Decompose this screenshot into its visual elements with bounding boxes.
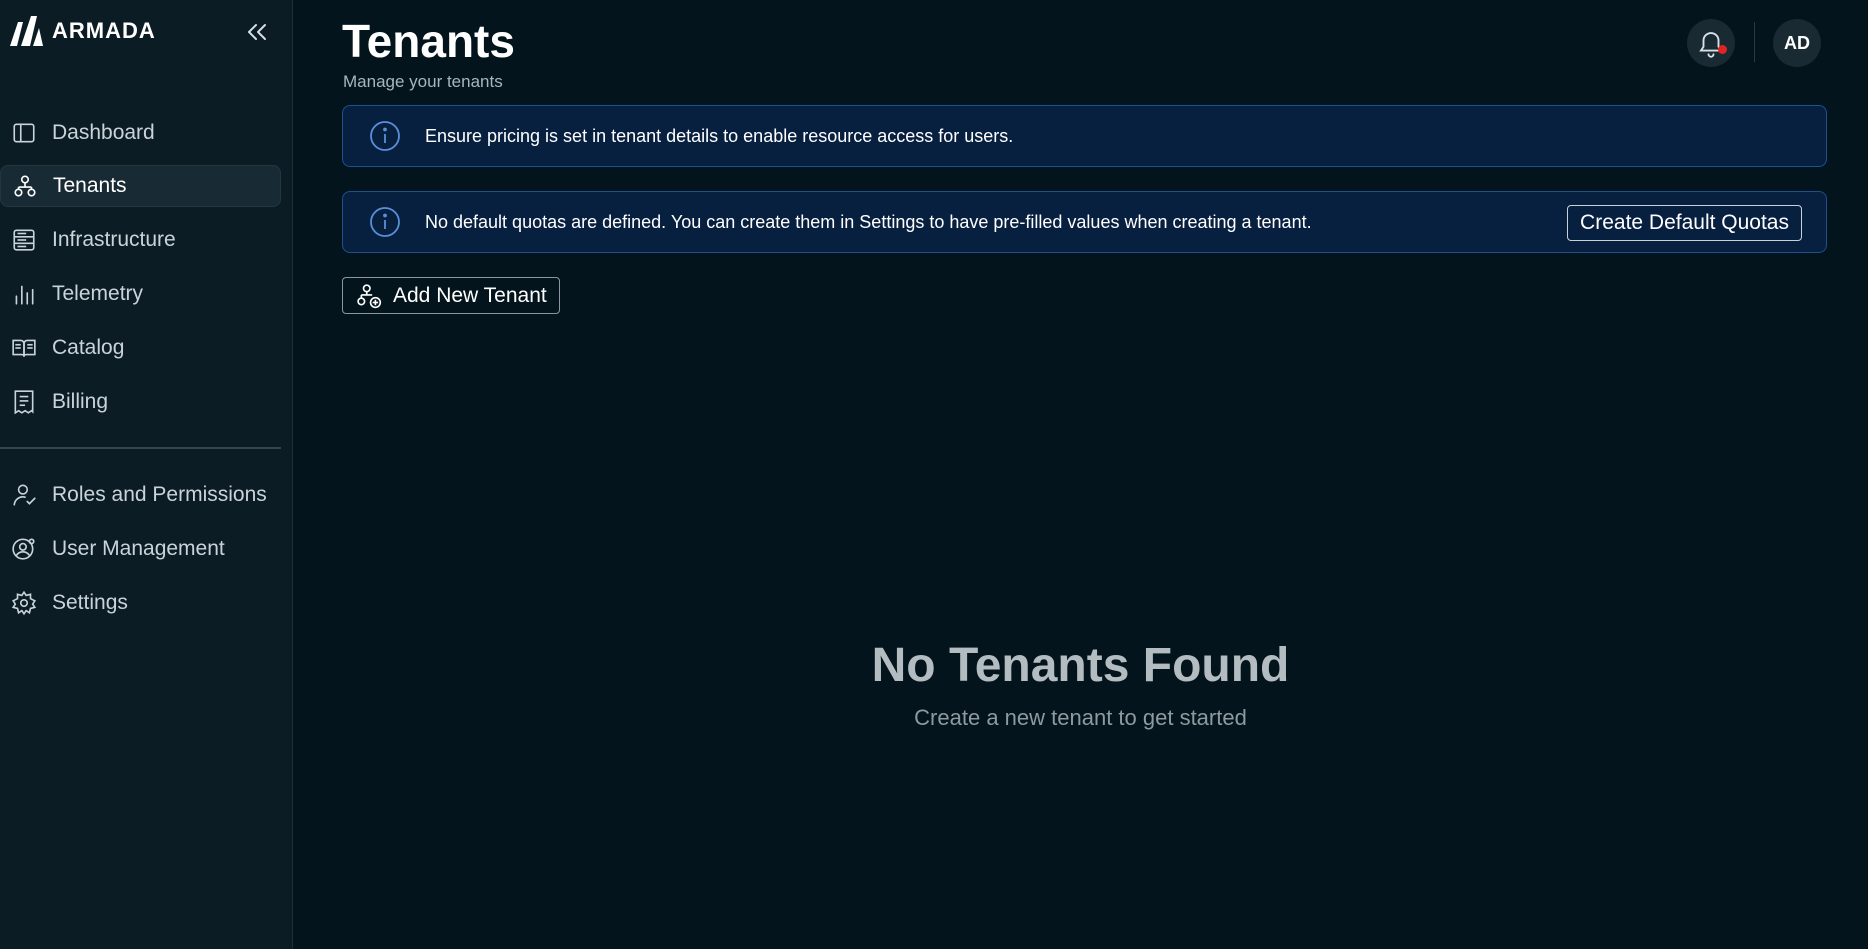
server-rack-icon <box>10 226 38 254</box>
info-icon <box>370 121 400 151</box>
notifications-button[interactable] <box>1687 19 1735 67</box>
sidebar-item-label: Catalog <box>52 336 125 359</box>
brand-name: ARMADA <box>52 18 156 43</box>
sidebar-item-catalog[interactable]: Catalog <box>0 327 281 369</box>
user-circle-gear-icon <box>10 535 38 563</box>
collapse-sidebar-button[interactable] <box>243 18 271 46</box>
receipt-icon <box>10 388 38 416</box>
bar-chart-icon <box>10 280 38 308</box>
dashboard-panel-icon <box>10 119 38 147</box>
sidebar-item-telemetry[interactable]: Telemetry <box>0 273 281 315</box>
book-icon <box>10 334 38 362</box>
brand-logo[interactable]: ARMADA <box>8 14 156 48</box>
sidebar-item-user-management[interactable]: User Management <box>0 528 281 570</box>
sidebar: ARMADA Dashboard Tenants Infrastructure … <box>0 0 293 949</box>
notification-dot <box>1718 45 1727 54</box>
sidebar-item-label: Billing <box>52 390 109 413</box>
sidebar-item-label: Settings <box>52 591 128 614</box>
user-check-icon <box>10 481 38 509</box>
add-new-tenant-button[interactable]: Add New Tenant <box>342 277 560 314</box>
alert-text: Ensure pricing is set in tenant details … <box>425 125 1014 146</box>
page-title: Tenants <box>342 15 515 67</box>
sidebar-item-label: Infrastructure <box>52 228 176 251</box>
sidebar-item-infrastructure[interactable]: Infrastructure <box>0 219 281 261</box>
add-new-tenant-label: Add New Tenant <box>393 283 547 307</box>
page-subtitle: Manage your tenants <box>343 72 503 91</box>
empty-state-title: No Tenants Found <box>871 639 1290 692</box>
main-content: Tenants Manage your tenants AD Ensure pr… <box>293 0 1868 949</box>
app-root: ARMADA Dashboard Tenants Infrastructure … <box>0 0 1868 949</box>
pricing-info-alert: Ensure pricing is set in tenant details … <box>342 105 1827 167</box>
sidebar-item-billing[interactable]: Billing <box>0 381 281 423</box>
avatar[interactable]: AD <box>1773 19 1821 67</box>
tenants-hierarchy-icon <box>11 172 39 200</box>
armada-logo-icon <box>10 16 43 46</box>
topbar-divider <box>1754 22 1755 62</box>
sidebar-item-dashboard[interactable]: Dashboard <box>0 112 281 154</box>
alert-text: No default quotas are defined. You can c… <box>425 211 1312 232</box>
info-icon <box>370 207 400 237</box>
sidebar-item-roles-and-permissions[interactable]: Roles and Permissions <box>0 474 281 516</box>
add-tenant-icon <box>357 283 382 308</box>
sidebar-item-label: Telemetry <box>52 282 144 305</box>
empty-state-subtitle: Create a new tenant to get started <box>914 705 1247 730</box>
default-quotas-alert: No default quotas are defined. You can c… <box>342 191 1827 253</box>
sidebar-item-label: Roles and Permissions <box>52 483 267 506</box>
create-default-quotas-button[interactable]: Create Default Quotas <box>1567 205 1802 241</box>
sidebar-item-label: Tenants <box>53 174 127 197</box>
gear-icon <box>10 589 38 617</box>
chevrons-left-icon <box>248 24 266 40</box>
sidebar-divider <box>0 447 281 449</box>
sidebar-item-label: Dashboard <box>52 121 155 144</box>
sidebar-item-tenants[interactable]: Tenants <box>0 165 281 207</box>
sidebar-item-settings[interactable]: Settings <box>0 582 281 624</box>
sidebar-item-label: User Management <box>52 537 225 560</box>
